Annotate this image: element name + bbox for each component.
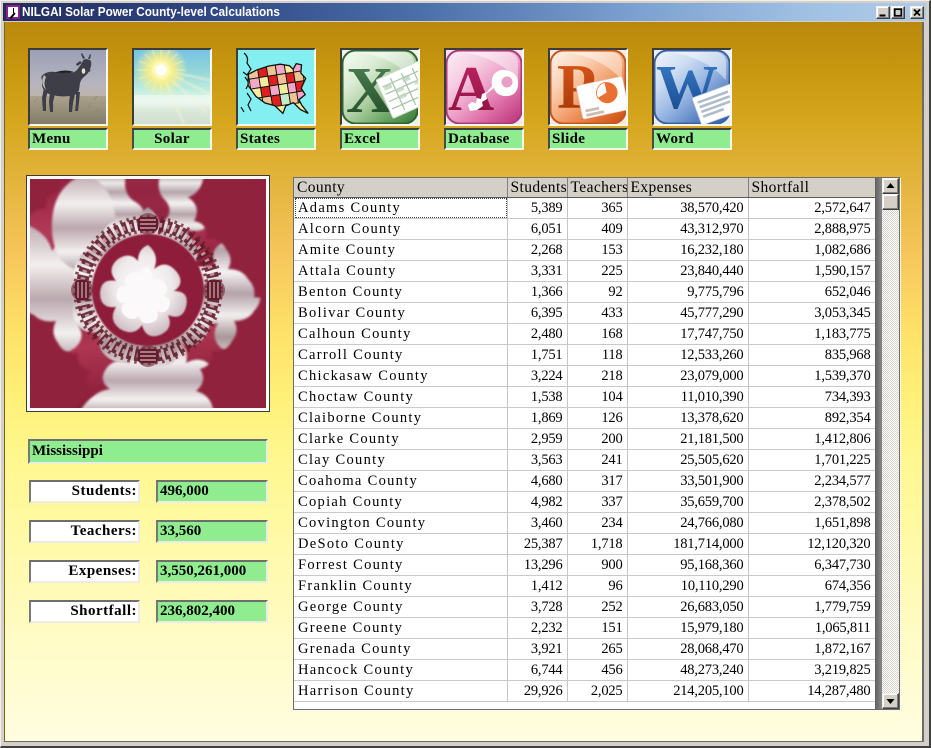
svg-text:A: A bbox=[448, 53, 494, 124]
